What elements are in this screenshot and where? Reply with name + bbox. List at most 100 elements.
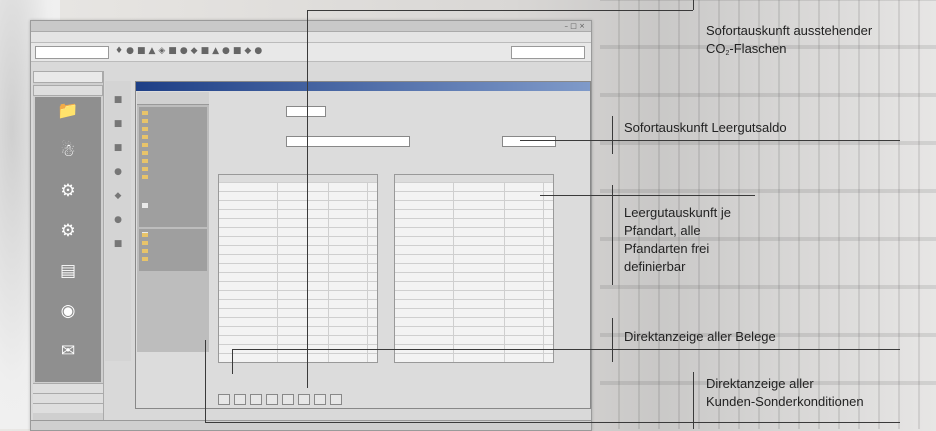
table-cell[interactable] [278,183,329,191]
name-field[interactable] [286,136,410,147]
menu-bar[interactable] [31,32,591,43]
toolbar-icon[interactable]: ◆ [191,46,201,56]
table-cell[interactable] [505,318,544,326]
table-cell[interactable] [329,309,368,317]
table-cell[interactable] [278,300,329,308]
table-row[interactable] [219,308,377,317]
table-cell[interactable] [329,219,368,227]
sidebar-item[interactable] [139,109,207,117]
table-row[interactable] [219,263,377,272]
table-cell[interactable] [329,354,368,362]
table-cell[interactable] [395,210,454,218]
col-header[interactable] [219,175,272,182]
toolbar-icon[interactable]: ● [126,46,137,56]
table-cell[interactable] [219,273,278,281]
table-cell[interactable] [219,291,278,299]
table-cell[interactable] [219,246,278,254]
table-row[interactable] [395,263,553,272]
sidebar-bottom-item[interactable] [139,247,207,255]
table-cell[interactable] [278,291,329,299]
table-cell[interactable] [219,300,278,308]
table-row[interactable] [219,335,377,344]
table-cell[interactable] [278,210,329,218]
table-row[interactable] [219,353,377,362]
action-button[interactable] [282,394,294,405]
saldo-field[interactable] [502,136,556,147]
table-cell[interactable] [395,300,454,308]
table-cell[interactable] [505,228,544,236]
sidebar-bottom-item[interactable] [139,239,207,247]
table-cell[interactable] [219,210,278,218]
table-cell[interactable] [219,309,278,317]
sidebar-item[interactable] [139,173,207,181]
table-cell[interactable] [329,291,368,299]
table-cell[interactable] [505,237,544,245]
table-cell[interactable] [219,282,278,290]
table-cell[interactable] [505,246,544,254]
table-cell[interactable] [219,201,278,209]
table-cell[interactable] [278,282,329,290]
sidebar-item[interactable] [139,149,207,157]
table-row[interactable] [219,272,377,281]
table-cell[interactable] [395,246,454,254]
nav-item[interactable]: ⚙ [35,177,101,217]
table-cell[interactable] [505,291,544,299]
table-row[interactable] [395,236,553,245]
sidebar-item[interactable] [139,165,207,173]
mandant-select[interactable] [35,46,109,59]
table-row[interactable] [219,191,377,200]
table-cell[interactable] [395,183,454,191]
table-row[interactable] [219,299,377,308]
table-cell[interactable] [329,255,368,263]
action-button[interactable] [234,394,246,405]
table-cell[interactable] [454,264,505,272]
table-cell[interactable] [454,291,505,299]
table-cell[interactable] [329,273,368,281]
table-row[interactable] [395,353,553,362]
table-row[interactable] [219,182,377,191]
table-row[interactable] [219,281,377,290]
table-row[interactable] [395,299,553,308]
table-cell[interactable] [395,237,454,245]
table-cell[interactable] [219,192,278,200]
table-row[interactable] [219,200,377,209]
table-cell[interactable] [454,192,505,200]
sidebar-bottom-item[interactable] [139,255,207,263]
table-cell[interactable] [219,354,278,362]
nav-item[interactable]: 📁 [35,97,101,137]
tool-icon[interactable]: ■ [105,119,131,129]
table-cell[interactable] [278,201,329,209]
col-header[interactable] [395,175,448,182]
table-cell[interactable] [395,219,454,227]
nav-item[interactable]: ◉ [35,297,101,337]
table-cell[interactable] [329,246,368,254]
table-cell[interactable] [505,300,544,308]
maximize-icon[interactable]: □ [570,22,577,30]
table-cell[interactable] [505,201,544,209]
table-row[interactable] [395,200,553,209]
table-cell[interactable] [454,354,505,362]
action-button[interactable] [250,394,262,405]
sidebar-item[interactable] [139,141,207,149]
belege-button[interactable] [266,394,278,405]
table-row[interactable] [219,317,377,326]
table-cell[interactable] [278,246,329,254]
table-cell[interactable] [219,237,278,245]
table-cell[interactable] [505,273,544,281]
table-row[interactable] [395,272,553,281]
table-cell[interactable] [278,318,329,326]
title-bar[interactable]: – □ × [31,21,591,32]
table-cell[interactable] [329,210,368,218]
table-cell[interactable] [219,264,278,272]
table-cell[interactable] [505,192,544,200]
toolbar-icon[interactable]: ■ [137,46,149,56]
table-cell[interactable] [505,255,544,263]
toolbar-icon[interactable]: ■ [233,46,245,56]
table-cell[interactable] [278,192,329,200]
nav-item[interactable]: ✉ [35,337,101,377]
table-cell[interactable] [454,201,505,209]
konditionen-button[interactable] [298,394,310,405]
toolbar-icon[interactable]: ▲ [212,46,222,56]
tool-icon[interactable]: ● [105,215,131,225]
table-cell[interactable] [505,336,544,344]
